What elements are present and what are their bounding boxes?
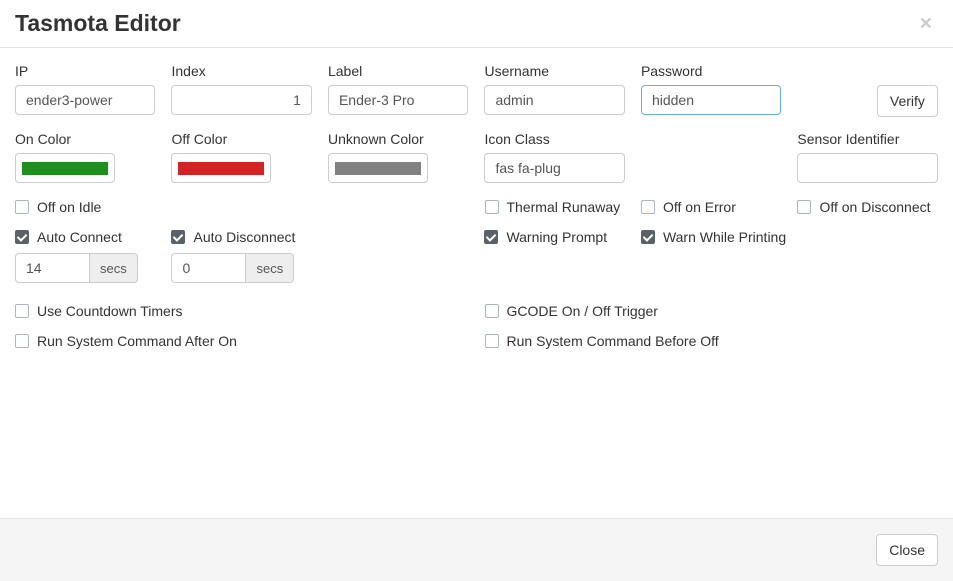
off-on-idle-label: Off on Idle	[37, 199, 101, 215]
on-color-input[interactable]	[15, 153, 115, 183]
index-label: Index	[171, 63, 311, 79]
ip-label: IP	[15, 63, 155, 79]
index-input[interactable]	[171, 85, 311, 115]
username-input[interactable]	[484, 85, 624, 115]
cmd-after-on-checkbox[interactable]	[15, 334, 29, 348]
modal-title: Tasmota Editor	[15, 10, 938, 37]
off-on-disconnect-label: Off on Disconnect	[819, 199, 930, 215]
off-color-swatch	[178, 162, 264, 175]
warn-while-printing-label: Warn While Printing	[663, 229, 786, 245]
auto-connect-label: Auto Connect	[37, 229, 122, 245]
row-appearance: On Color Off Color Unknown Color Icon Cl…	[7, 131, 946, 183]
sensor-id-label: Sensor Identifier	[797, 131, 937, 147]
auto-connect-delay-input[interactable]	[15, 253, 90, 283]
icon-class-label: Icon Class	[484, 131, 624, 147]
icon-class-input[interactable]	[484, 153, 624, 183]
cmd-after-on-label: Run System Command After On	[37, 333, 237, 349]
unknown-color-swatch	[335, 162, 421, 175]
warn-while-printing-checkbox[interactable]	[641, 230, 655, 244]
off-on-idle-checkbox[interactable]	[15, 200, 29, 214]
unknown-color-input[interactable]	[328, 153, 428, 183]
cmd-before-off-label: Run System Command Before Off	[507, 333, 719, 349]
cmd-before-off-checkbox[interactable]	[485, 334, 499, 348]
verify-button[interactable]: Verify	[877, 85, 938, 117]
auto-disconnect-delay-input[interactable]	[171, 253, 246, 283]
modal-body: IP Index Label Username Password Verify	[0, 48, 953, 518]
modal-header: Tasmota Editor ×	[0, 0, 953, 48]
row-safety-flags: Off on Idle Thermal Runaway Off on Error	[7, 197, 946, 217]
off-on-error-checkbox[interactable]	[641, 200, 655, 214]
auto-connect-checkbox[interactable]	[15, 230, 29, 244]
row-connection-flags: Auto Connect secs Auto Disconnect secs	[7, 227, 946, 283]
password-input[interactable]	[641, 85, 781, 115]
on-color-label: On Color	[15, 131, 155, 147]
modal-footer: Close	[0, 518, 953, 581]
auto-connect-delay-unit: secs	[90, 253, 138, 283]
label-input[interactable]	[328, 85, 468, 115]
on-color-swatch	[22, 162, 108, 175]
row-misc-1: Use Countdown Timers GCODE On / Off Trig…	[7, 301, 946, 321]
off-on-error-label: Off on Error	[663, 199, 736, 215]
close-button[interactable]: Close	[876, 534, 938, 566]
use-countdown-checkbox[interactable]	[15, 304, 29, 318]
label-label: Label	[328, 63, 468, 79]
auto-disconnect-delay-unit: secs	[246, 253, 294, 283]
ip-input[interactable]	[15, 85, 155, 115]
unknown-color-label: Unknown Color	[328, 131, 468, 147]
row-credentials: IP Index Label Username Password Verify	[7, 63, 946, 117]
username-label: Username	[484, 63, 624, 79]
auto-disconnect-checkbox[interactable]	[171, 230, 185, 244]
warning-prompt-label: Warning Prompt	[506, 229, 607, 245]
auto-disconnect-label: Auto Disconnect	[193, 229, 295, 245]
close-icon[interactable]: ×	[914, 12, 938, 35]
tasmota-editor-modal: Tasmota Editor × IP Index Label Username	[0, 0, 953, 581]
thermal-runaway-checkbox[interactable]	[485, 200, 499, 214]
thermal-runaway-label: Thermal Runaway	[507, 199, 621, 215]
sensor-id-input[interactable]	[797, 153, 937, 183]
off-color-input[interactable]	[171, 153, 271, 183]
warning-prompt-checkbox[interactable]	[484, 230, 498, 244]
gcode-trigger-checkbox[interactable]	[485, 304, 499, 318]
use-countdown-label: Use Countdown Timers	[37, 303, 183, 319]
off-on-disconnect-checkbox[interactable]	[797, 200, 811, 214]
row-misc-2: Run System Command After On Run System C…	[7, 331, 946, 351]
gcode-trigger-label: GCODE On / Off Trigger	[507, 303, 658, 319]
off-color-label: Off Color	[171, 131, 311, 147]
password-label: Password	[641, 63, 781, 79]
